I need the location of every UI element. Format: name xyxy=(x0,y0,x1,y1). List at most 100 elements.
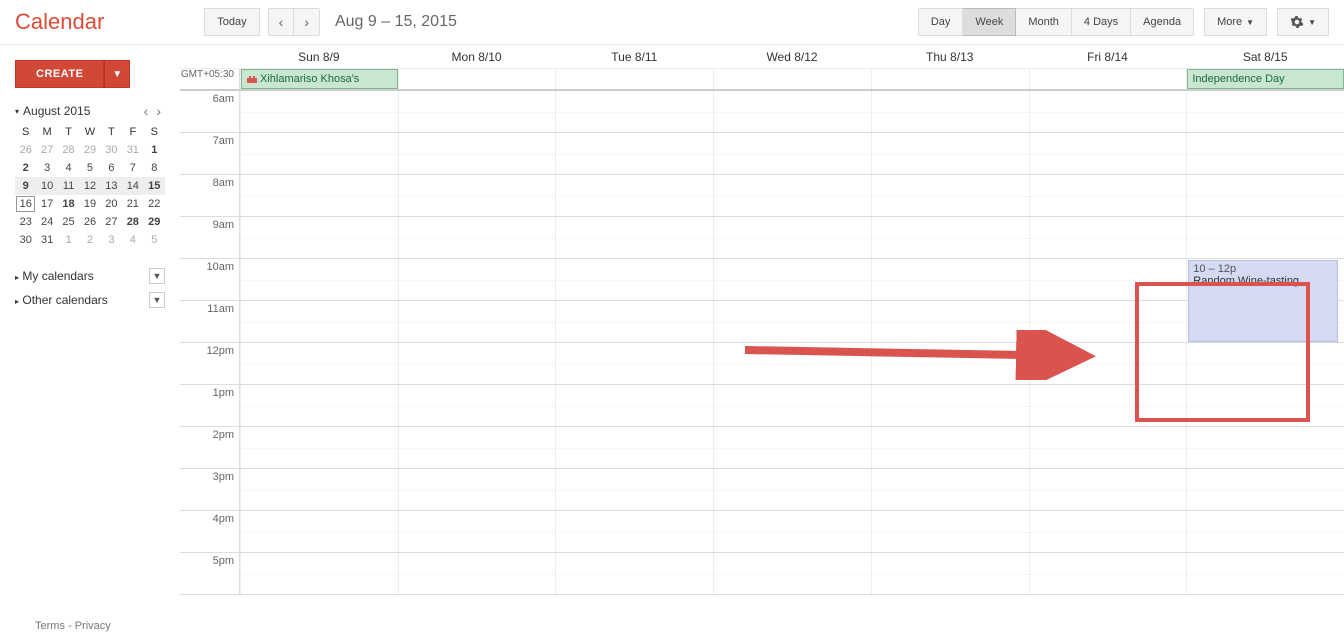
grid-cell[interactable] xyxy=(871,175,1029,216)
minical-day[interactable]: 2 xyxy=(79,231,100,249)
minical-day[interactable]: 27 xyxy=(101,213,122,231)
grid-cell[interactable] xyxy=(1029,133,1187,174)
next-button[interactable]: › xyxy=(294,8,320,36)
view-week-button[interactable]: Week xyxy=(963,8,1016,36)
minical-day[interactable]: 3 xyxy=(101,231,122,249)
more-button[interactable]: More ▼ xyxy=(1204,8,1267,36)
today-button[interactable]: Today xyxy=(204,8,259,36)
grid-cell[interactable] xyxy=(1029,91,1187,132)
grid-cell[interactable] xyxy=(398,133,556,174)
view-agenda-button[interactable]: Agenda xyxy=(1131,8,1194,36)
create-button[interactable]: CREATE xyxy=(15,60,104,88)
minical-day[interactable]: 8 xyxy=(144,159,165,177)
minical-day[interactable]: 6 xyxy=(101,159,122,177)
grid-cell[interactable] xyxy=(1029,553,1187,594)
grid-cell[interactable] xyxy=(713,385,871,426)
grid-cell[interactable] xyxy=(871,553,1029,594)
minical-day[interactable]: 1 xyxy=(144,141,165,159)
allday-cell-thu[interactable] xyxy=(871,69,1029,89)
grid-cell[interactable] xyxy=(555,259,713,300)
grid-cell[interactable] xyxy=(1186,133,1344,174)
minical-day[interactable]: 26 xyxy=(15,141,36,159)
grid-cell[interactable] xyxy=(240,91,398,132)
footer-links[interactable]: Terms - Privacy xyxy=(35,620,111,632)
allday-cell-wed[interactable] xyxy=(713,69,871,89)
minical-day[interactable]: 4 xyxy=(122,231,143,249)
day-header[interactable]: Fri 8/14 xyxy=(1029,50,1187,64)
grid-cell[interactable] xyxy=(1186,427,1344,468)
minical-day[interactable]: 18 xyxy=(58,195,79,213)
grid-cell[interactable] xyxy=(871,511,1029,552)
minical-day[interactable]: 31 xyxy=(36,231,57,249)
create-dropdown-button[interactable]: ▼ xyxy=(104,60,130,88)
grid-cell[interactable] xyxy=(555,511,713,552)
grid-cell[interactable] xyxy=(1029,385,1187,426)
grid-cell[interactable] xyxy=(1029,259,1187,300)
grid-cell[interactable] xyxy=(1029,427,1187,468)
minical-day[interactable]: 21 xyxy=(122,195,143,213)
grid-cell[interactable] xyxy=(398,91,556,132)
grid-cell[interactable] xyxy=(555,133,713,174)
minical-day[interactable]: 30 xyxy=(15,231,36,249)
grid-cell[interactable] xyxy=(1186,343,1344,384)
grid-cell[interactable] xyxy=(713,175,871,216)
event-wine-tasting[interactable]: 10 – 12p Random Wine-tasting xyxy=(1188,260,1338,342)
grid-cell[interactable] xyxy=(1186,553,1344,594)
allday-cell-tue[interactable] xyxy=(555,69,713,89)
day-header[interactable]: Tue 8/11 xyxy=(555,50,713,64)
minical-day[interactable]: 19 xyxy=(79,195,100,213)
grid-cell[interactable] xyxy=(713,511,871,552)
my-calendars-toggle[interactable]: ▸ My calendars ▼ xyxy=(15,264,165,288)
minical-day[interactable]: 28 xyxy=(58,141,79,159)
prev-button[interactable]: ‹ xyxy=(268,8,295,36)
minical-day[interactable]: 3 xyxy=(36,159,57,177)
grid-cell[interactable] xyxy=(871,133,1029,174)
grid-cell[interactable] xyxy=(871,301,1029,342)
grid-cell[interactable] xyxy=(1029,301,1187,342)
grid-cell[interactable] xyxy=(871,385,1029,426)
grid-cell[interactable] xyxy=(713,133,871,174)
grid-cell[interactable] xyxy=(1029,175,1187,216)
minical-day[interactable]: 29 xyxy=(144,213,165,231)
grid-cell[interactable] xyxy=(555,217,713,258)
dropdown-icon[interactable]: ▼ xyxy=(149,292,165,308)
grid-cell[interactable] xyxy=(871,259,1029,300)
grid-cell[interactable] xyxy=(240,217,398,258)
grid-cell[interactable] xyxy=(240,469,398,510)
minical-day[interactable]: 11 xyxy=(58,177,79,195)
grid-cell[interactable] xyxy=(1029,217,1187,258)
grid-cell[interactable] xyxy=(871,427,1029,468)
minical-day[interactable]: 22 xyxy=(144,195,165,213)
minical-day[interactable]: 31 xyxy=(122,141,143,159)
grid-cell[interactable] xyxy=(713,343,871,384)
grid-cell[interactable] xyxy=(871,343,1029,384)
grid-cell[interactable] xyxy=(713,553,871,594)
grid-cell[interactable] xyxy=(398,553,556,594)
day-header[interactable]: Thu 8/13 xyxy=(871,50,1029,64)
grid-cell[interactable] xyxy=(555,343,713,384)
mini-calendar[interactable]: SMTWTFS 26272829303112345678910111213141… xyxy=(15,123,165,249)
grid-cell[interactable] xyxy=(871,217,1029,258)
grid-cell[interactable] xyxy=(240,175,398,216)
minical-day[interactable]: 16 xyxy=(15,195,36,213)
grid-cell[interactable] xyxy=(398,217,556,258)
day-header[interactable]: Sun 8/9 xyxy=(240,50,398,64)
grid-cell[interactable] xyxy=(398,469,556,510)
grid-cell[interactable] xyxy=(1186,385,1344,426)
grid-cell[interactable] xyxy=(1029,469,1187,510)
allday-cell-mon[interactable] xyxy=(398,69,556,89)
grid-cell[interactable] xyxy=(240,427,398,468)
settings-button[interactable]: ▼ xyxy=(1277,8,1329,36)
allday-event-holiday[interactable]: Independence Day xyxy=(1187,69,1344,89)
minical-day[interactable]: 25 xyxy=(58,213,79,231)
minical-day[interactable]: 12 xyxy=(79,177,100,195)
minical-day[interactable]: 23 xyxy=(15,213,36,231)
minical-day[interactable]: 7 xyxy=(122,159,143,177)
grid-cell[interactable] xyxy=(398,259,556,300)
minical-day[interactable]: 27 xyxy=(36,141,57,159)
grid-cell[interactable] xyxy=(871,469,1029,510)
minical-day[interactable]: 13 xyxy=(101,177,122,195)
grid-cell[interactable] xyxy=(555,175,713,216)
other-calendars-toggle[interactable]: ▸ Other calendars ▼ xyxy=(15,288,165,312)
view-4days-button[interactable]: 4 Days xyxy=(1072,8,1131,36)
